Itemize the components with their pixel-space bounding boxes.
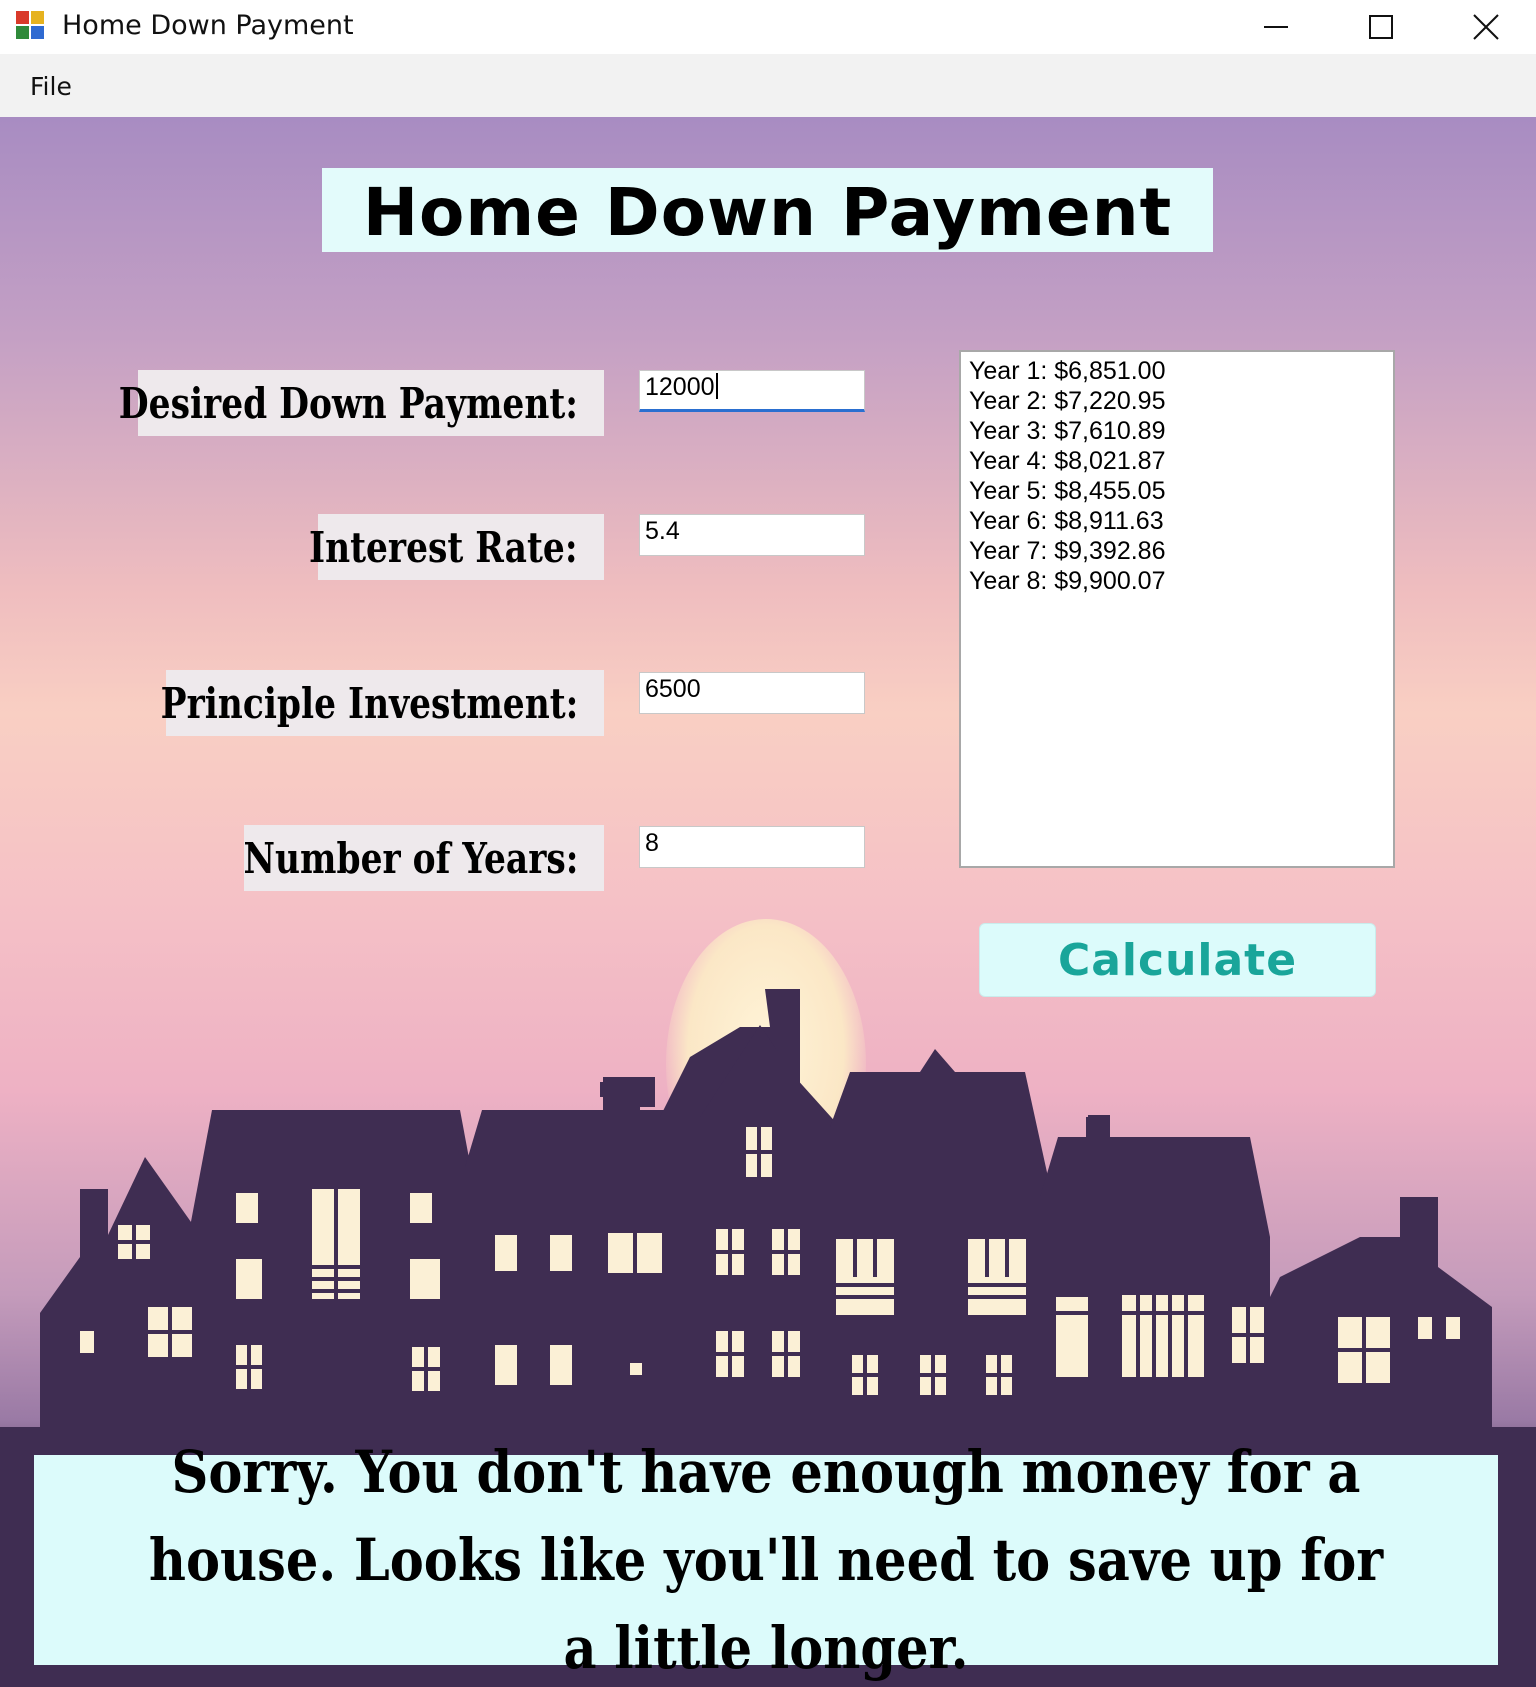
interest-rate-label-box: Interest Rate: [309,514,604,580]
list-item[interactable]: Year 6: $8,911.63 [969,506,1393,536]
principle-investment-value: 6500 [645,675,701,703]
number-of-years-label: Number of Years: [243,833,578,883]
menu-file[interactable]: File [30,72,72,101]
minimize-button[interactable] [1223,0,1329,54]
desired-down-payment-input[interactable]: 12000 [639,370,865,412]
number-of-years-input[interactable]: 8 [639,826,865,868]
list-item[interactable]: Year 3: $7,610.89 [969,416,1393,446]
list-item[interactable]: Year 8: $9,900.07 [969,566,1393,596]
close-button[interactable] [1433,0,1536,54]
minimize-icon [1264,26,1288,28]
interest-rate-value: 5.4 [645,517,680,545]
list-item[interactable]: Year 2: $7,220.95 [969,386,1393,416]
list-item[interactable]: Year 5: $8,455.05 [969,476,1393,506]
winforms-app-icon [16,11,46,41]
text-caret [715,373,718,399]
desired-down-payment-label-box: Desired Down Payment: [119,370,604,436]
yearly-results-listbox[interactable]: Year 1: $6,851.00 Year 2: $7,220.95 Year… [959,350,1395,868]
number-of-years-label-box: Number of Years: [243,825,604,891]
calculate-button-label: Calculate [1057,934,1298,986]
number-of-years-value: 8 [645,829,659,857]
close-icon [1473,14,1499,40]
list-item[interactable]: Year 1: $6,851.00 [969,356,1393,386]
result-message: Sorry. You don't have enough money for a… [148,1438,1384,1682]
interest-rate-label: Interest Rate: [309,522,578,572]
desired-down-payment-label: Desired Down Payment: [118,378,578,428]
principle-investment-label-box: Principle Investment: [160,670,604,736]
principle-investment-label: Principle Investment: [160,678,578,728]
form-title: Home Down Payment [362,174,1173,251]
form-client-area: Home Down Payment Desired Down Payment: … [0,117,1536,1687]
window-title: Home Down Payment [62,10,354,41]
interest-rate-input[interactable]: 5.4 [639,514,865,556]
menu-bar: File [0,54,1536,117]
desired-down-payment-value: 12000 [645,373,715,401]
result-message-box: Sorry. You don't have enough money for a… [34,1438,1498,1682]
calculate-button[interactable]: Calculate [979,923,1376,997]
window-title-bar: Home Down Payment [0,0,1536,54]
maximize-button[interactable] [1328,0,1434,54]
principle-investment-input[interactable]: 6500 [639,672,865,714]
list-item[interactable]: Year 7: $9,392.86 [969,536,1393,566]
list-item[interactable]: Year 4: $8,021.87 [969,446,1393,476]
maximize-icon [1369,15,1393,39]
form-title-banner: Home Down Payment [322,168,1213,252]
